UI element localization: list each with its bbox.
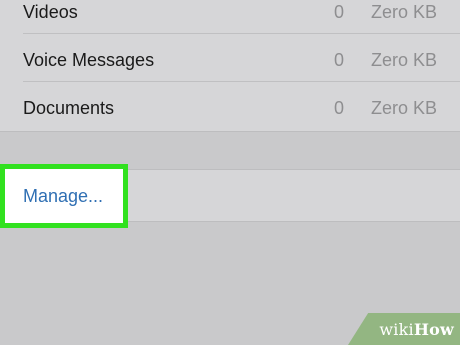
list-row-count: 0 [333,98,344,118]
list-row-label: Documents [23,98,115,118]
list-row-label: Voice Messages [23,50,155,70]
storage-list: Videos 0 Zero KB Voice Messages 0 Zero K… [0,0,460,132]
list-row-voice-messages[interactable]: Voice Messages 0 Zero KB [0,34,460,82]
list-row-count: 0 [333,50,344,70]
list-row-videos[interactable]: Videos 0 Zero KB [0,0,460,34]
manage-link[interactable]: Manage... [23,186,103,206]
watermark-wiki: wiki [379,320,414,339]
list-row-documents[interactable]: Documents 0 Zero KB [0,82,460,130]
list-row-count: 0 [333,2,344,22]
list-row-label: Videos [23,2,78,22]
list-row-size: Zero KB [370,2,437,22]
list-row-size: Zero KB [370,50,437,70]
watermark-text: wikiHow [379,320,454,339]
watermark-how: How [413,320,454,339]
wikihow-watermark: wikiHow [348,313,460,345]
list-row-size: Zero KB [370,98,437,118]
